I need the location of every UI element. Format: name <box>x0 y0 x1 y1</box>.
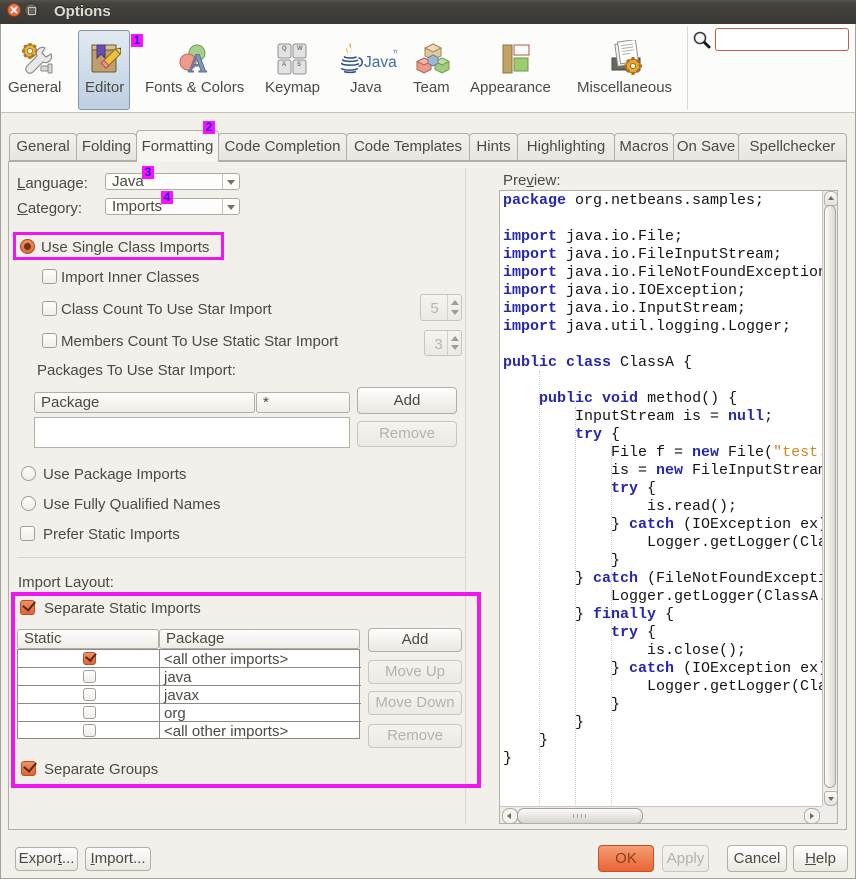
svg-text:A: A <box>188 49 207 76</box>
svg-text:Q: Q <box>282 46 287 52</box>
svg-text:A: A <box>282 62 287 68</box>
svg-text:S: S <box>297 62 301 68</box>
svg-text:W: W <box>297 46 303 52</box>
svg-text:™: ™ <box>392 48 397 58</box>
